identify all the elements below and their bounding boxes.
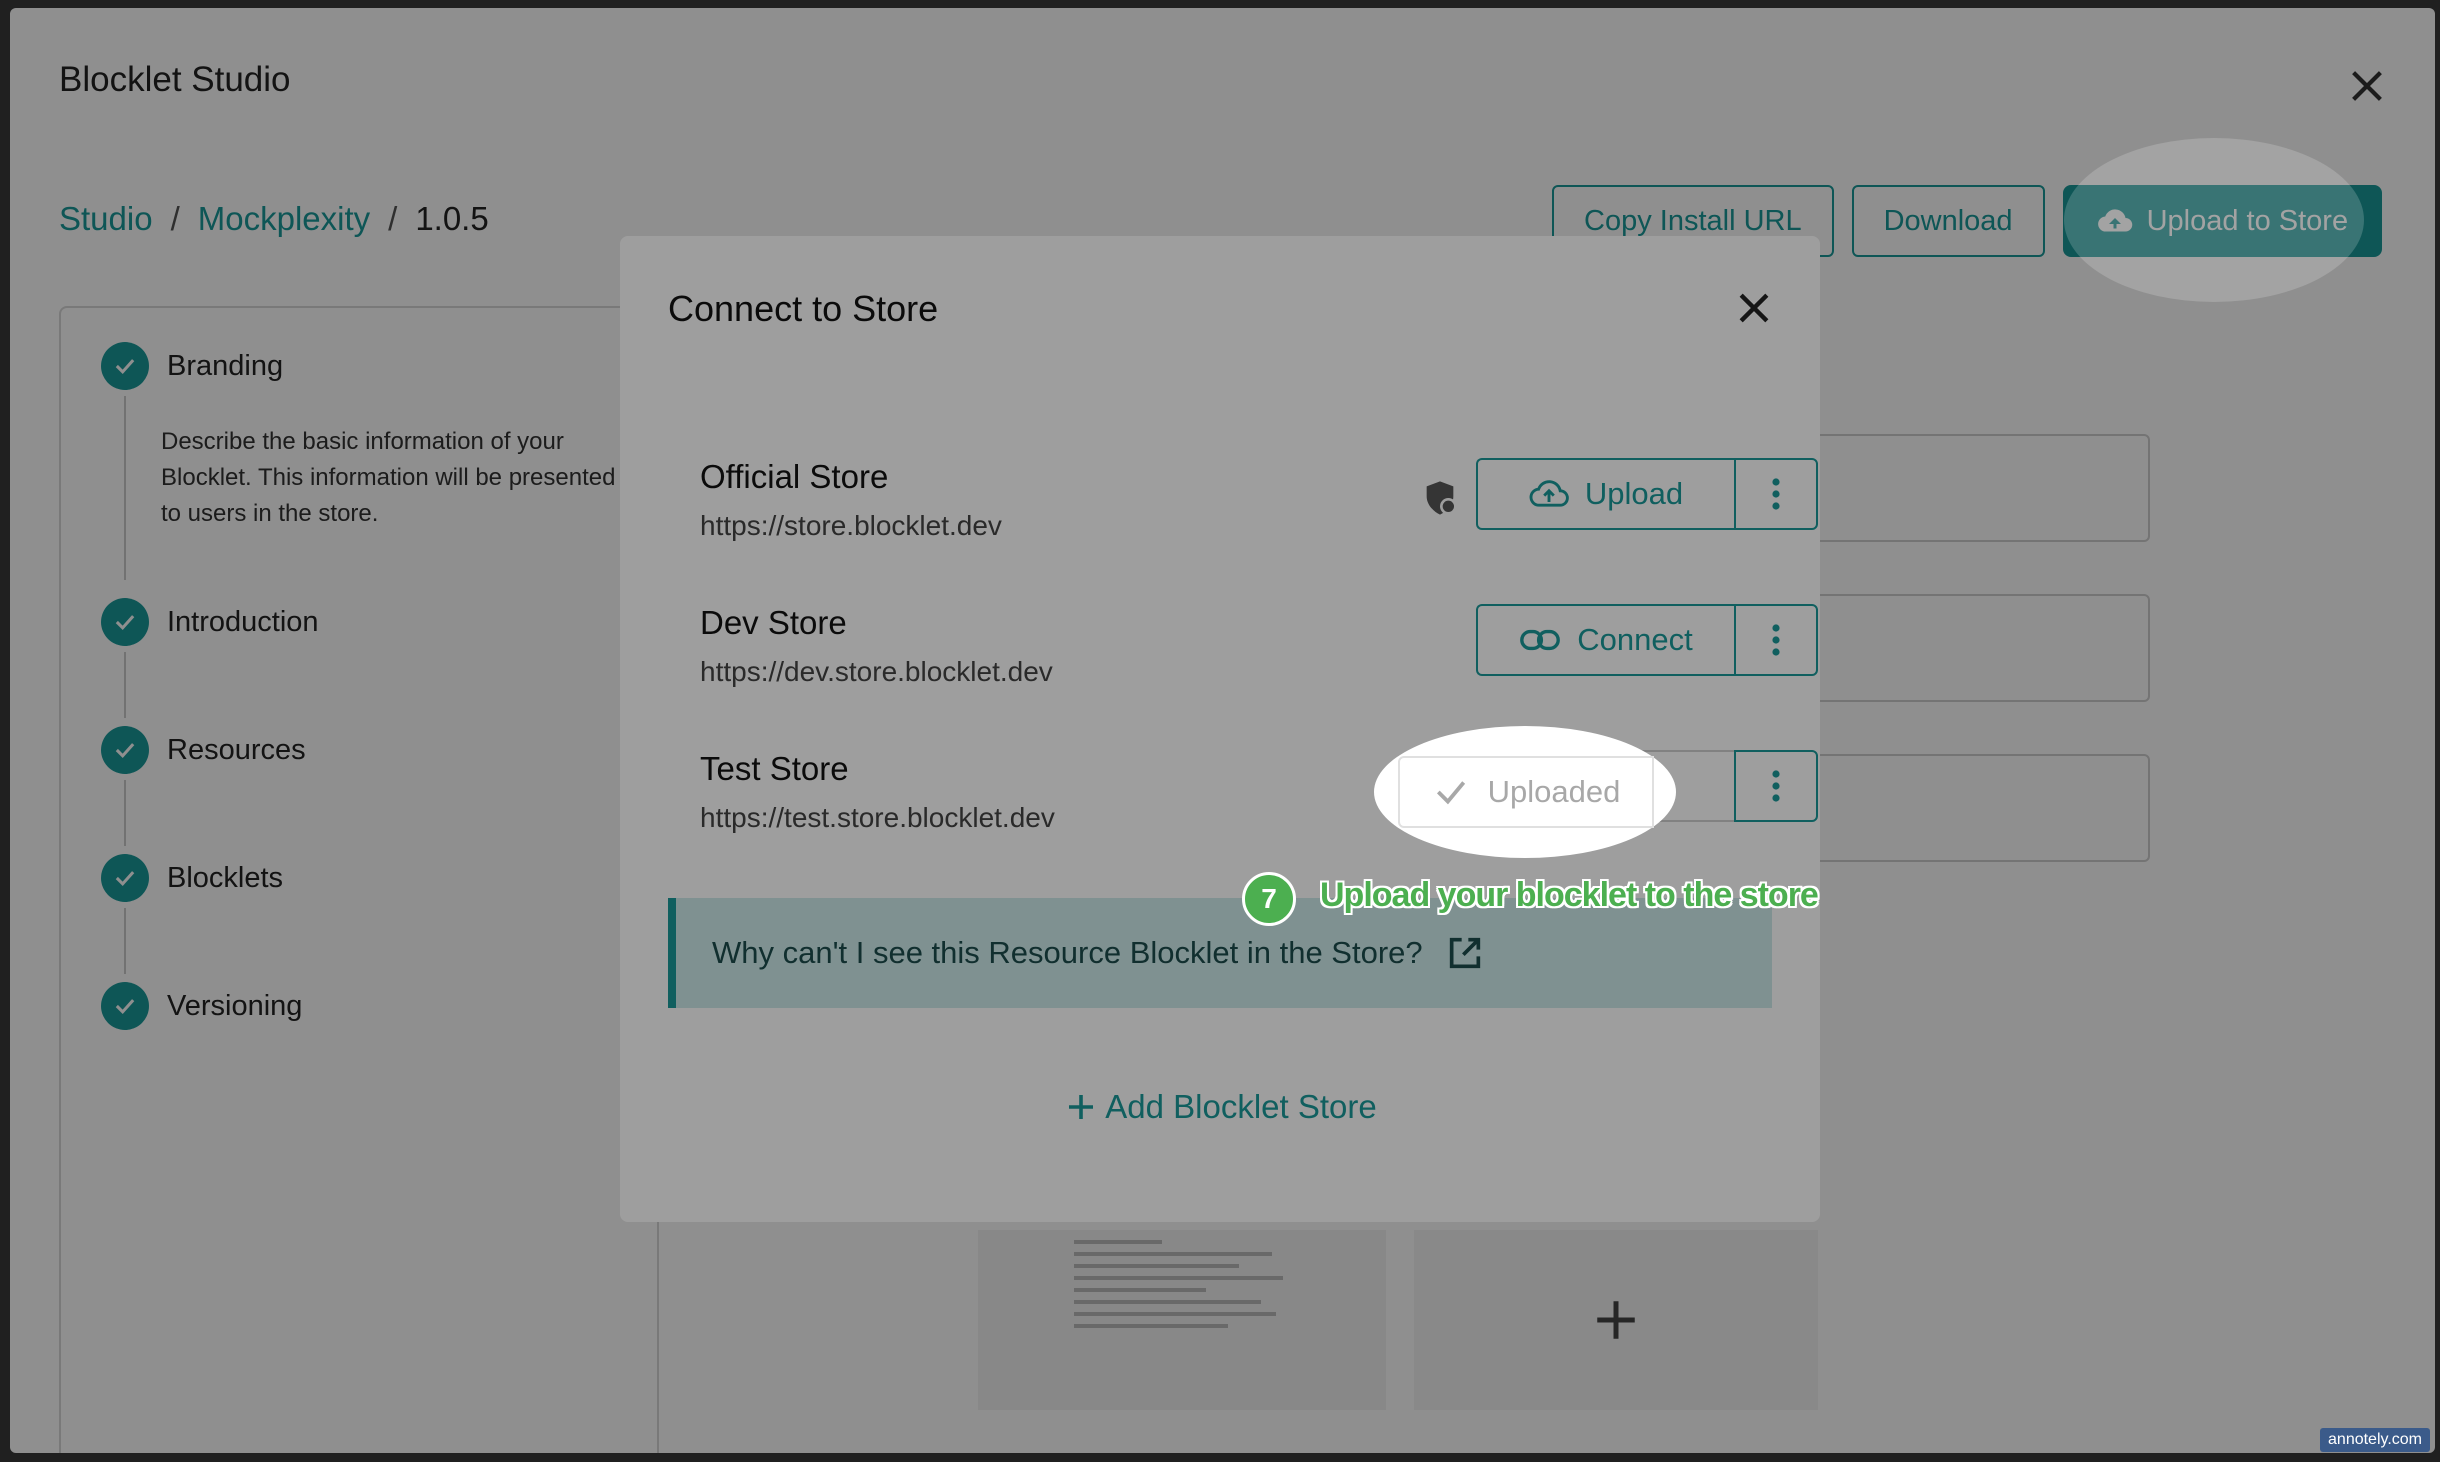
upload-label: Upload bbox=[1584, 476, 1684, 511]
store-action-group: Upload bbox=[1476, 458, 1818, 530]
more-options-button[interactable] bbox=[1734, 604, 1818, 676]
store-name: Dev Store bbox=[700, 604, 847, 641]
info-text: Why can't I see this Resource Blocklet i… bbox=[712, 935, 1423, 970]
watermark: annotely.com bbox=[2320, 1428, 2430, 1452]
more-vertical-icon bbox=[1772, 624, 1780, 656]
check-icon bbox=[1436, 781, 1465, 805]
store-action-group: Connect bbox=[1476, 604, 1818, 676]
add-store-label: Add Blocklet Store bbox=[1105, 1088, 1377, 1125]
store-name: Official Store bbox=[700, 458, 889, 495]
more-vertical-icon bbox=[1772, 478, 1780, 510]
store-url: https://dev.store.blocklet.dev bbox=[700, 656, 1053, 687]
store-row-dev: Dev Store https://dev.store.blocklet.dev… bbox=[700, 604, 1818, 724]
store-url: https://test.store.blocklet.dev bbox=[700, 802, 1055, 833]
shield-icon bbox=[1426, 481, 1457, 515]
uploaded-button: Uploaded bbox=[1398, 756, 1654, 828]
add-blocklet-store-button[interactable]: Add Blocklet Store bbox=[620, 1088, 1820, 1126]
link-icon bbox=[1520, 629, 1561, 651]
store-url: https://store.blocklet.dev bbox=[700, 510, 1002, 541]
close-icon[interactable] bbox=[1732, 286, 1776, 330]
uploaded-label: Uploaded bbox=[1487, 774, 1621, 809]
upload-button[interactable]: Upload bbox=[1476, 458, 1734, 530]
connect-label: Connect bbox=[1577, 622, 1693, 657]
more-vertical-icon bbox=[1772, 770, 1780, 802]
callout-text: Upload your blocklet to the store bbox=[1320, 876, 1819, 914]
external-link-icon bbox=[1449, 937, 1480, 969]
dialog-title: Connect to Store bbox=[668, 288, 939, 329]
callout-step-number: 7 bbox=[1242, 872, 1296, 926]
more-options-button[interactable] bbox=[1734, 750, 1818, 822]
highlight-spotlight bbox=[2064, 138, 2364, 302]
connect-to-store-dialog: Connect to Store Official Store https://… bbox=[620, 236, 1820, 1222]
store-name: Test Store bbox=[700, 750, 849, 787]
cloud-upload-icon bbox=[1529, 480, 1569, 507]
store-row-official: Official Store https://store.blocklet.de… bbox=[700, 458, 1818, 578]
more-options-button[interactable] bbox=[1734, 458, 1818, 530]
connect-button[interactable]: Connect bbox=[1476, 604, 1734, 676]
plus-icon bbox=[1069, 1095, 1094, 1119]
